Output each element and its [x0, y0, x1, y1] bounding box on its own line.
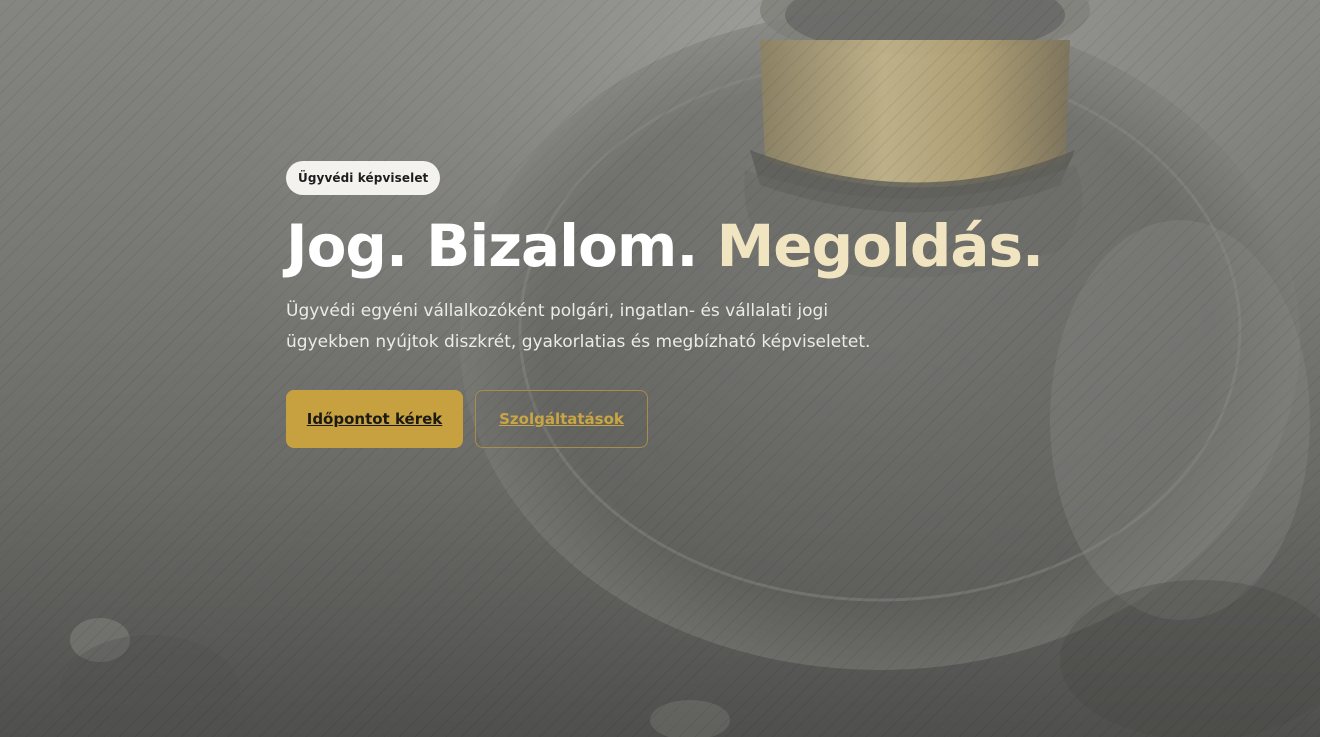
- hero-headline: Jog. Bizalom. Megoldás.: [286, 212, 1046, 280]
- request-appointment-button[interactable]: Időpontot kérek: [286, 390, 463, 448]
- headline-gold-part: Megoldás.: [716, 212, 1045, 280]
- hero-lead-text: Ügyvédi egyéni vállalkozóként polgári, i…: [286, 301, 871, 352]
- hero-section: Ügyvédi képviselet Jog. Bizalom. Megoldá…: [0, 0, 1320, 737]
- services-button[interactable]: Szolgáltatások: [475, 390, 648, 448]
- hero-actions: Időpontot kérek Szolgáltatások: [286, 390, 1046, 448]
- hero-badge: Ügyvédi képviselet: [286, 161, 441, 195]
- headline-white-part: Jog. Bizalom.: [286, 212, 698, 280]
- hero-content: Ügyvédi képviselet Jog. Bizalom. Megoldá…: [286, 161, 1046, 448]
